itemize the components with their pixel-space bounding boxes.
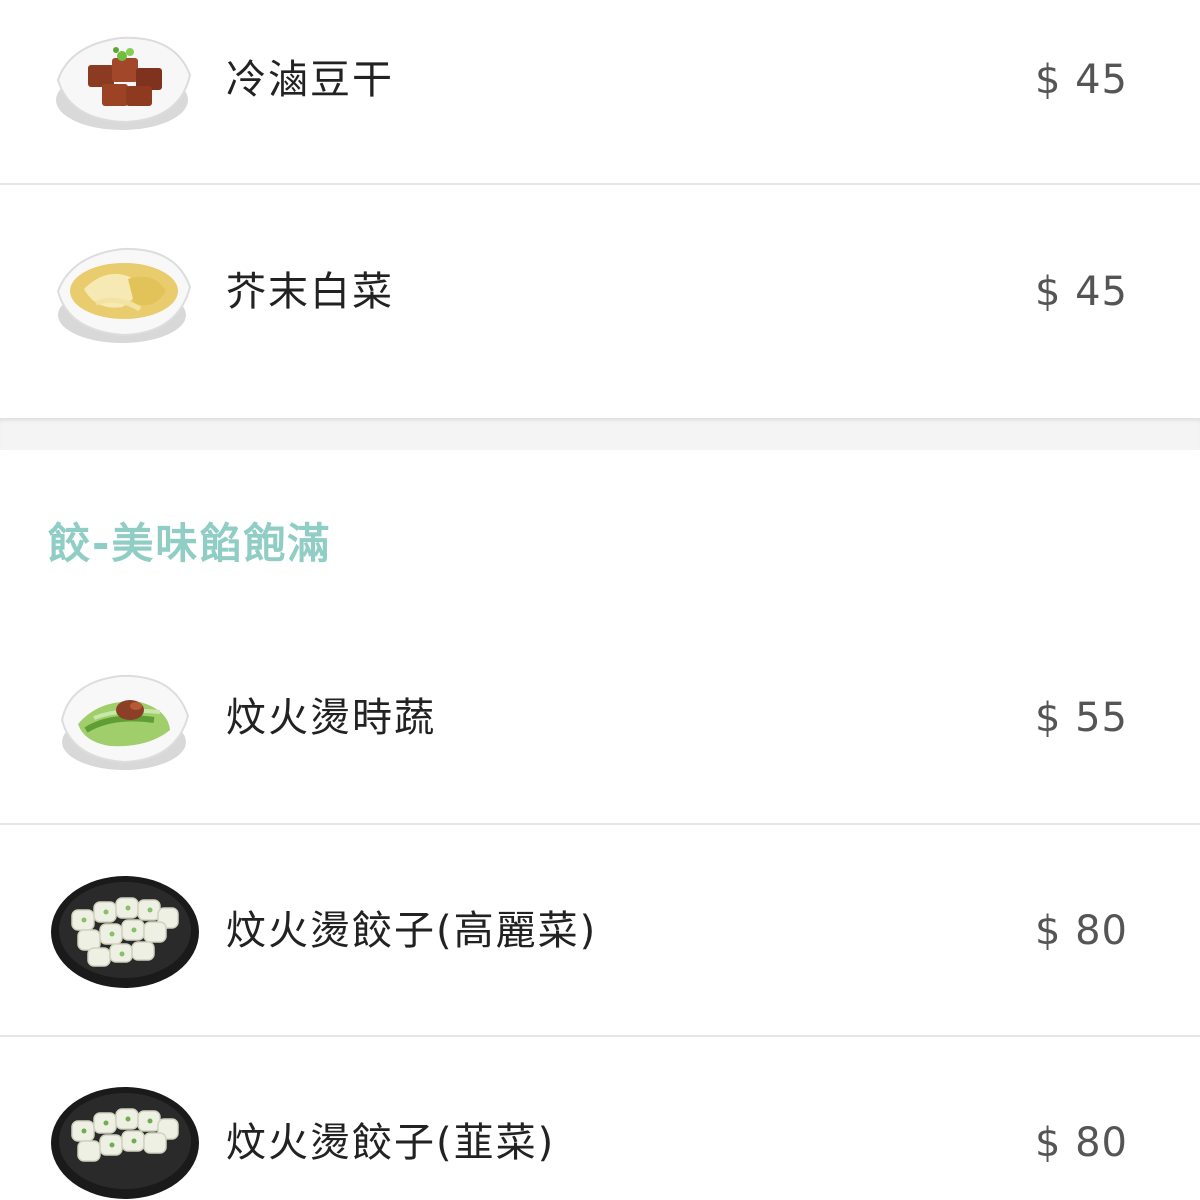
- section-title: 餃-美味餡飽滿: [48, 519, 332, 568]
- blanched-vegetables-dish-icon: [60, 674, 190, 770]
- cabbage-dumplings-plate-icon: [51, 876, 199, 988]
- item-name: 芥末白菜: [226, 269, 394, 315]
- menu-item-braised-tofu[interactable]: 冷滷豆干 $ 45: [0, 0, 1200, 184]
- item-price: $ 80: [1034, 908, 1128, 954]
- item-name: 冷滷豆干: [226, 57, 394, 103]
- menu-page: 冷滷豆干 $ 45 芥末白菜 $ 45 餃-美味餡飽滿 炆火燙時蔬 $ 55 炆…: [0, 0, 1200, 1200]
- menu-item-cabbage-dumplings[interactable]: 炆火燙餃子(高麗菜) $ 80: [0, 825, 1200, 1035]
- item-price: $ 45: [1034, 57, 1128, 103]
- item-price: $ 45: [1034, 269, 1128, 315]
- menu-item-chive-dumplings[interactable]: 炆火燙餃子(韮菜) $ 80: [0, 1037, 1200, 1200]
- mustard-cabbage-dish-icon: [56, 247, 192, 343]
- item-price: $ 80: [1034, 1120, 1128, 1166]
- item-name: 炆火燙餃子(韮菜): [226, 1120, 556, 1166]
- menu-item-blanched-vegetables[interactable]: 炆火燙時蔬 $ 55: [0, 620, 1200, 823]
- chive-dumplings-plate-icon: [51, 1087, 199, 1199]
- item-price: $ 55: [1034, 695, 1128, 741]
- menu-item-mustard-cabbage[interactable]: 芥末白菜 $ 45: [0, 185, 1200, 418]
- braised-tofu-dish-icon: [56, 36, 192, 130]
- item-name: 炆火燙時蔬: [226, 695, 436, 741]
- section-separator: [0, 418, 1200, 450]
- item-name: 炆火燙餃子(高麗菜): [226, 908, 598, 954]
